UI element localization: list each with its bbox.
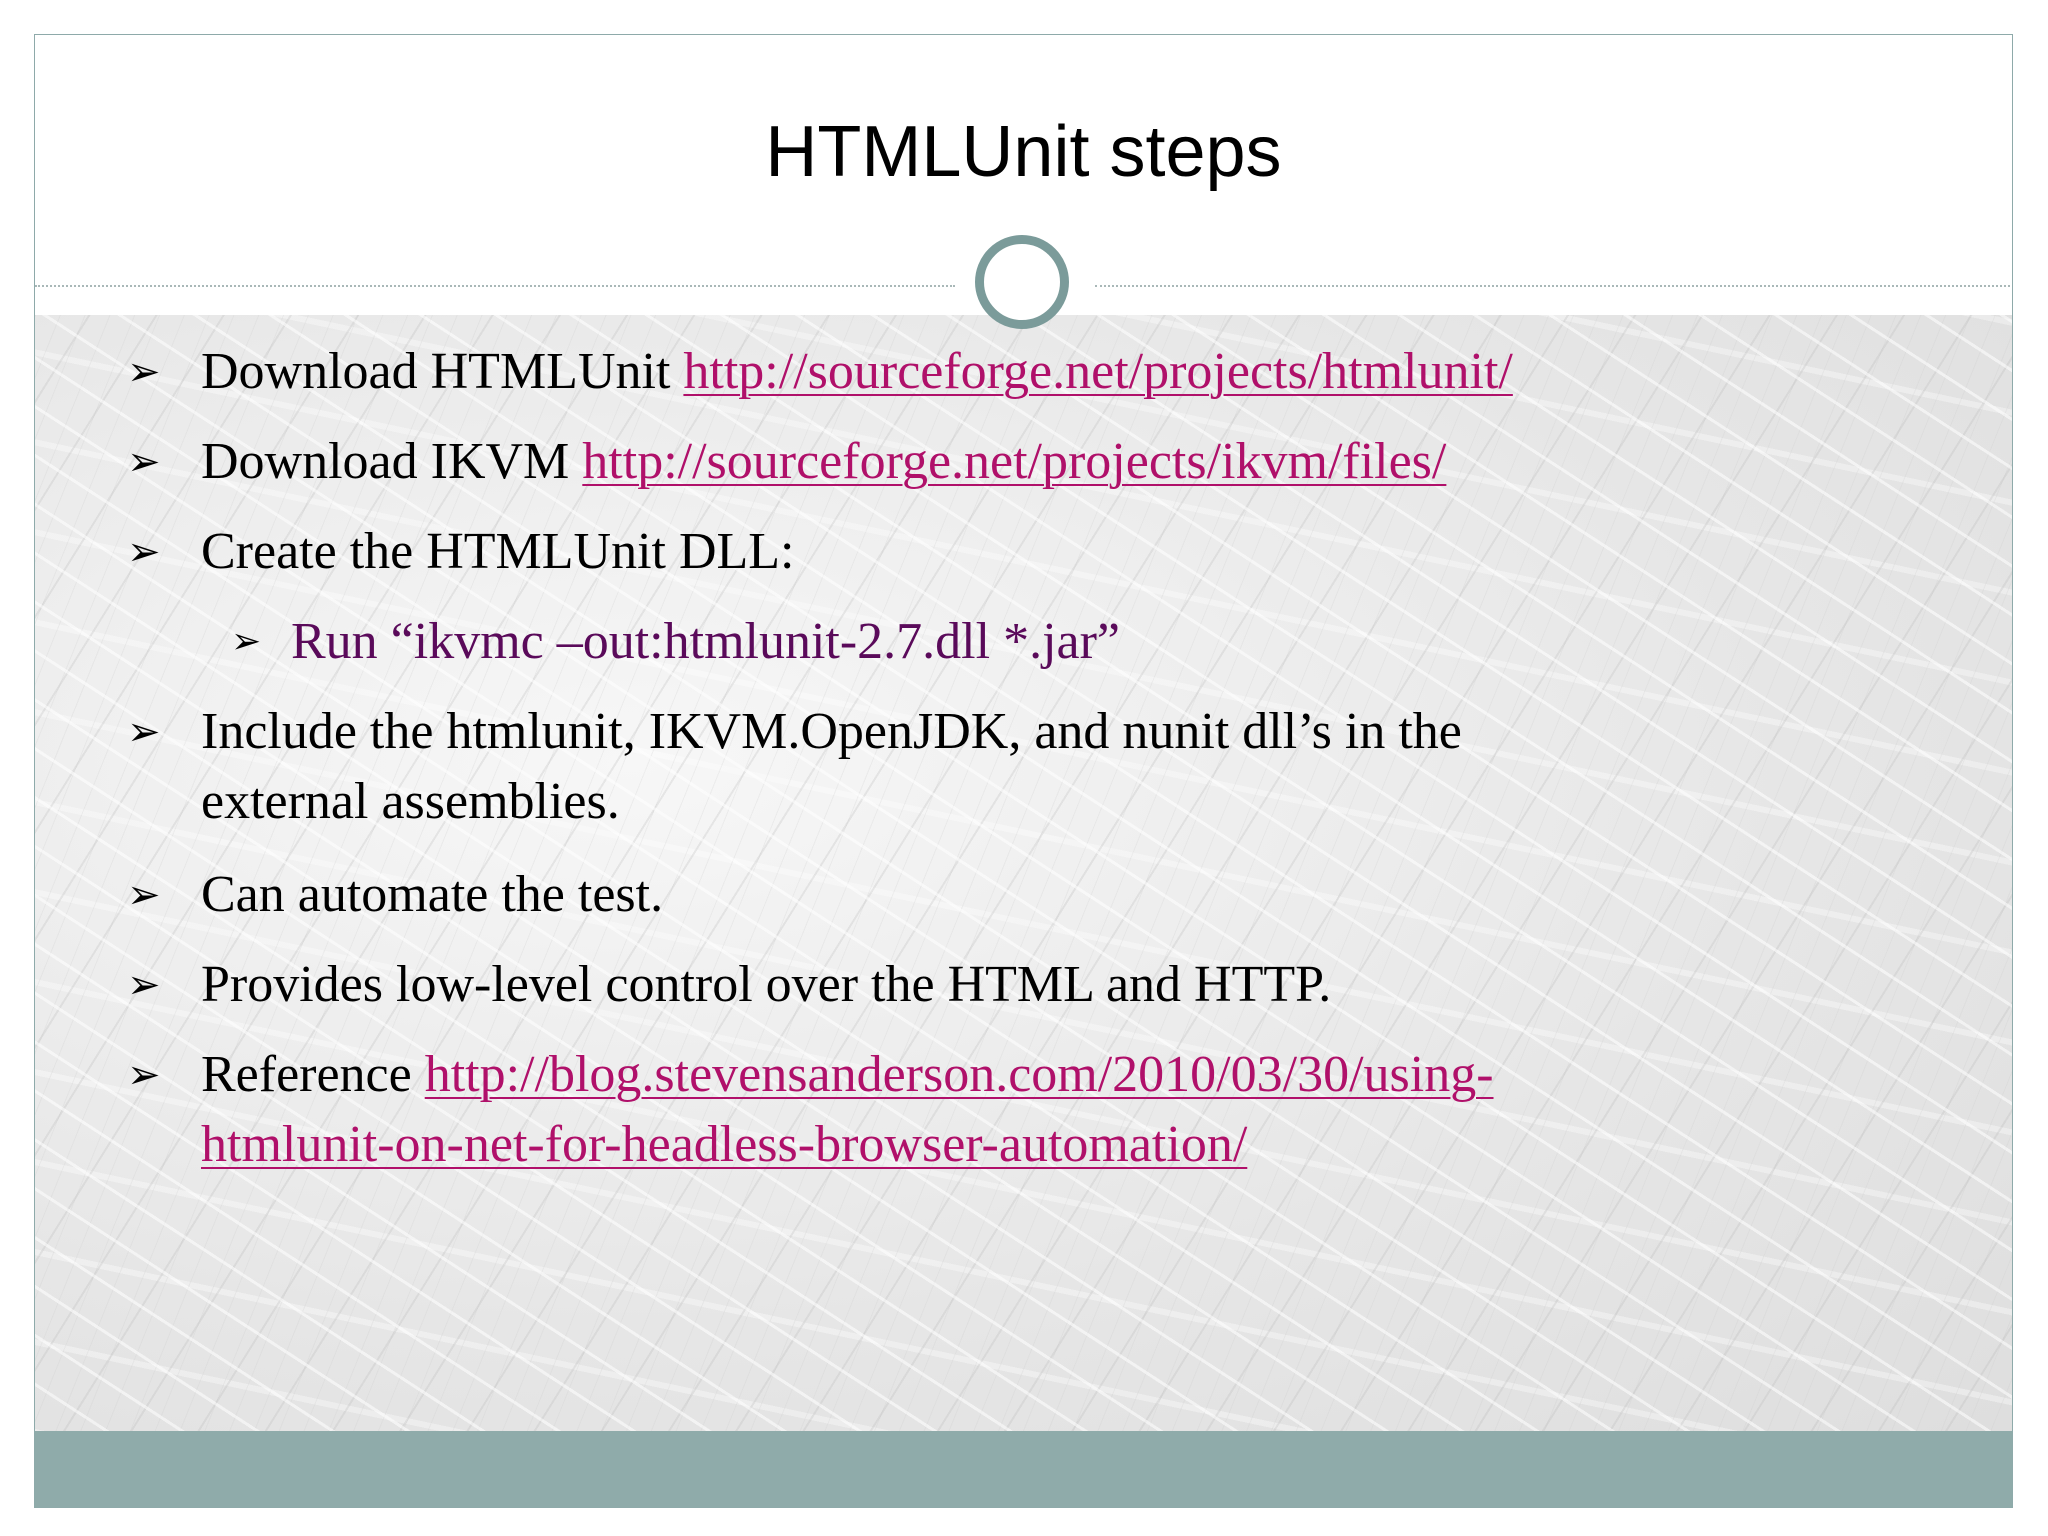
arrow-bullet-icon: ➢ — [127, 962, 161, 1008]
circle-ornament — [975, 235, 1069, 329]
item-label: Download IKVM — [201, 433, 583, 490]
title-divider-left — [35, 285, 955, 287]
item-label-continued: external assemblies. — [201, 773, 620, 830]
arrow-bullet-icon: ➢ — [231, 621, 262, 662]
arrow-bullet-icon: ➢ — [127, 872, 161, 918]
arrow-bullet-icon: ➢ — [127, 349, 161, 395]
list-item: ➢ Reference http://blog.stevensanderson.… — [35, 1040, 2012, 1180]
list-item: ➢ Download HTMLUnit http://sourceforge.n… — [35, 337, 2012, 407]
title-divider-right — [1095, 285, 2012, 287]
list-item: ➢ Create the HTMLUnit DLL: — [35, 517, 2012, 587]
list-item-text-continued: htmlunit-on-net-for-headless-browser-aut… — [201, 1110, 1247, 1180]
slide-title: HTMLUnit steps — [765, 112, 1282, 192]
list-item: ➢ Provides low-level control over the HT… — [35, 950, 2012, 1020]
slide: HTMLUnit steps ➢ Download HTMLUnit http:… — [34, 34, 2013, 1508]
reference-link-continued[interactable]: htmlunit-on-net-for-headless-browser-aut… — [201, 1116, 1247, 1173]
arrow-bullet-icon: ➢ — [127, 529, 161, 575]
list-item: ➢ Can automate the test. — [35, 860, 2012, 930]
footer-bar — [35, 1431, 2012, 1507]
arrow-bullet-icon: ➢ — [127, 709, 161, 755]
list-item-text: Download HTMLUnit http://sourceforge.net… — [201, 337, 1513, 407]
reference-link[interactable]: http://blog.stevensanderson.com/2010/03/… — [425, 1046, 1494, 1103]
list-item: ➢ Include the htmlunit, IKVM.OpenJDK, an… — [35, 697, 2012, 837]
item-label: Provides low-level control over the HTML… — [201, 956, 1332, 1013]
item-label: Can automate the test. — [201, 866, 664, 923]
list-item-text: Reference http://blog.stevensanderson.co… — [201, 1040, 1494, 1110]
htmlunit-download-link[interactable]: http://sourceforge.net/projects/htmlunit… — [683, 343, 1512, 400]
item-label: Create the HTMLUnit DLL: — [201, 523, 795, 580]
arrow-bullet-icon: ➢ — [127, 439, 161, 485]
arrow-bullet-icon: ➢ — [127, 1052, 161, 1098]
ikvm-download-link[interactable]: http://sourceforge.net/projects/ikvm/fil… — [582, 433, 1446, 490]
item-label: Download HTMLUnit — [201, 343, 684, 400]
list-item: ➢ Run “ikvmc –out:htmlunit-2.7.dll *.jar… — [35, 607, 2012, 677]
sub-item-label: Run “ikvmc –out:htmlunit-2.7.dll *.jar” — [291, 613, 1121, 670]
list-item: ➢ Download IKVM http://sourceforge.net/p… — [35, 427, 2012, 497]
item-label: Reference — [201, 1046, 425, 1103]
list-item-text: Download IKVM http://sourceforge.net/pro… — [201, 427, 1446, 497]
item-label: Include the htmlunit, IKVM.OpenJDK, and … — [201, 703, 1462, 760]
